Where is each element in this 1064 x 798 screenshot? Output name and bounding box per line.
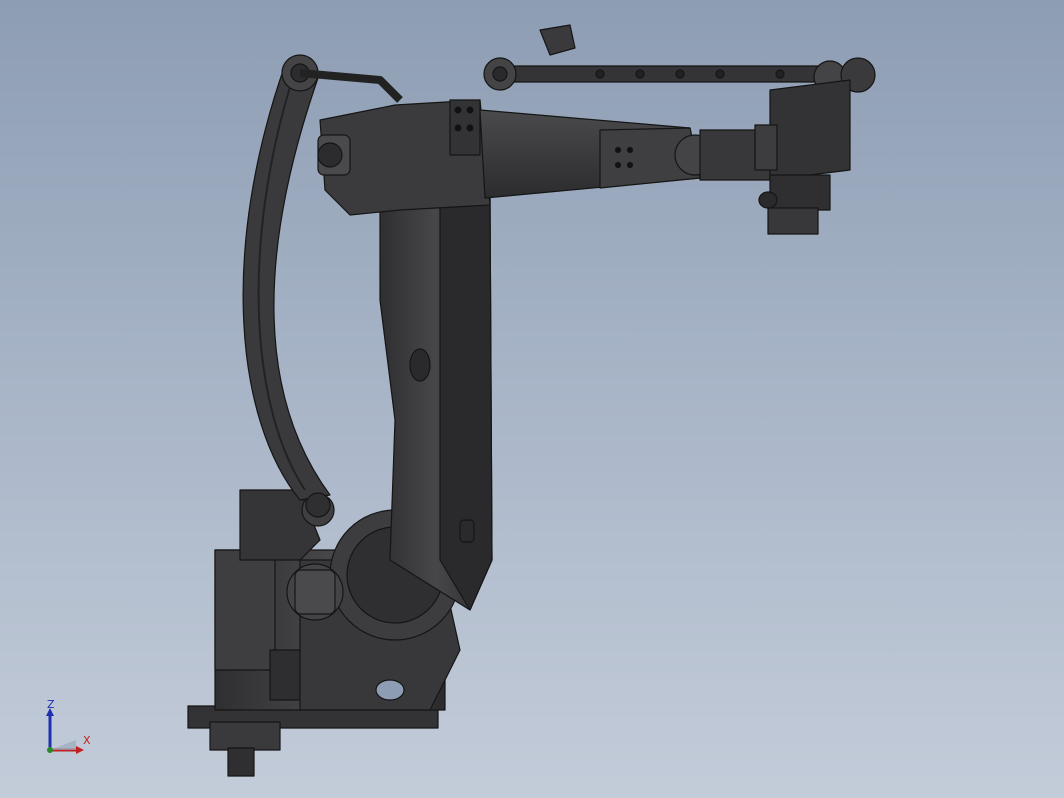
upper-arm (479, 109, 771, 199)
upper-link-rod (483, 24, 831, 91)
robot-arm-model[interactable] (0, 0, 1064, 798)
lower-arm (379, 194, 493, 611)
parallel-link (242, 54, 331, 518)
y-axis-icon (50, 740, 76, 750)
elbow-housing (299, 69, 491, 216)
cad-viewport[interactable]: Z X (0, 0, 1064, 798)
x-axis-label: X (83, 734, 91, 747)
wrist-flange (754, 57, 876, 235)
z-axis-label: Z (47, 698, 55, 711)
